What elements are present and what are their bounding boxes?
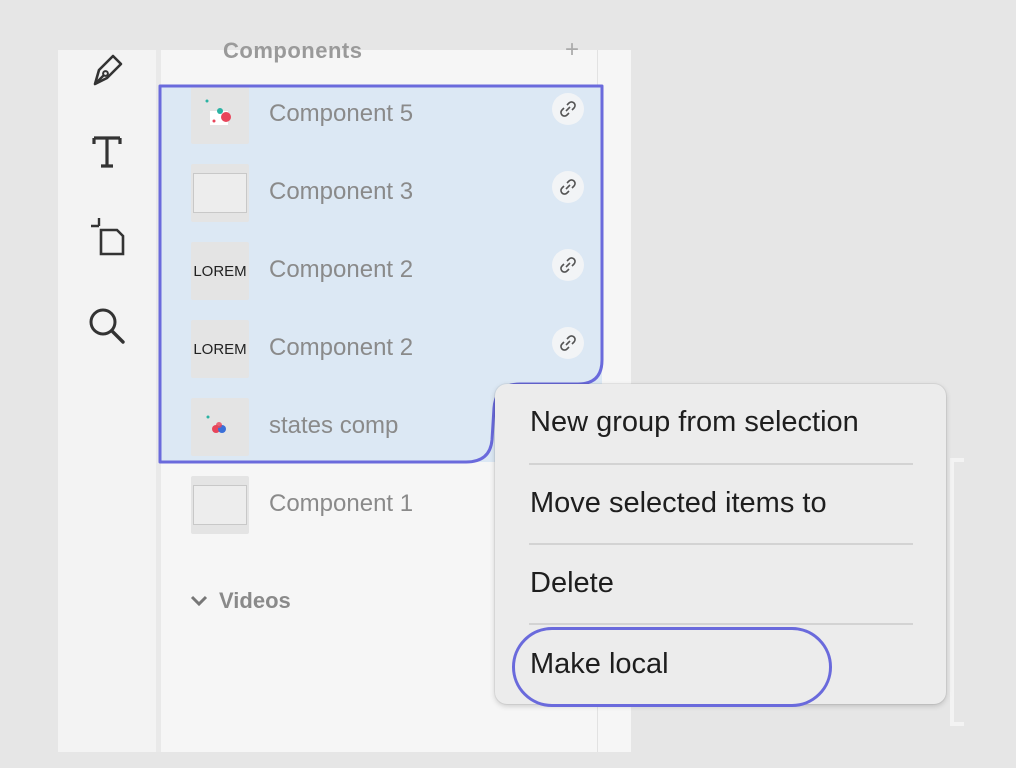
menu-separator: [529, 543, 913, 545]
component-row[interactable]: LOREM Component 2: [161, 242, 597, 320]
link-badge[interactable]: [552, 93, 584, 125]
component-row[interactable]: Component 5: [161, 86, 597, 164]
component-label: Component 2: [269, 256, 414, 283]
pen-tool-button[interactable]: [58, 50, 156, 88]
component-label: Component 3: [269, 178, 414, 205]
link-badge[interactable]: [552, 249, 584, 281]
link-icon: [560, 101, 576, 117]
link-badge[interactable]: [552, 327, 584, 359]
component-thumbnail: LOREM: [191, 320, 249, 378]
artboard-tool-button[interactable]: [58, 214, 156, 258]
box-thumbnail: [193, 173, 247, 213]
menu-item-new-group[interactable]: New group from selection: [530, 406, 859, 439]
component-label: Component 5: [269, 100, 414, 127]
states-graphic-icon: [206, 415, 226, 433]
component-thumbnail: [191, 476, 249, 534]
menu-item-move-selected[interactable]: Move selected items to: [530, 487, 827, 520]
component-label: Component 2: [269, 334, 414, 361]
component-thumbnail: [191, 398, 249, 456]
component-row[interactable]: Component 3: [161, 164, 597, 242]
menu-separator: [529, 463, 913, 465]
add-component-button[interactable]: +: [565, 36, 579, 64]
component-thumbnail: [191, 164, 249, 222]
components-section-title: Components: [223, 38, 363, 63]
link-icon: [560, 257, 576, 273]
box-thumbnail: [193, 485, 247, 525]
component-thumbnail: [191, 86, 249, 144]
pen-icon: [93, 54, 123, 86]
component-label: states comp: [269, 412, 399, 439]
zoom-icon: [89, 308, 125, 344]
chevron-down-icon: [190, 595, 208, 607]
tools-toolbar: [58, 50, 156, 752]
component-thumbnail: LOREM: [191, 242, 249, 300]
text-tool-button[interactable]: [58, 132, 156, 170]
videos-section-label: Videos: [219, 588, 291, 613]
videos-section-toggle[interactable]: Videos: [189, 588, 291, 614]
component-label: Component 1: [269, 490, 414, 517]
link-icon: [560, 335, 576, 351]
link-badge[interactable]: [552, 171, 584, 203]
make-local-highlight: [512, 627, 832, 707]
artboard-icon: [91, 218, 125, 256]
link-icon: [560, 179, 576, 195]
text-icon: [92, 136, 122, 168]
menu-item-delete[interactable]: Delete: [530, 567, 614, 600]
zoom-tool-button[interactable]: [58, 306, 156, 346]
component-graphic-icon: [205, 99, 231, 125]
menu-separator: [529, 623, 913, 625]
canvas-frame: [950, 458, 964, 726]
